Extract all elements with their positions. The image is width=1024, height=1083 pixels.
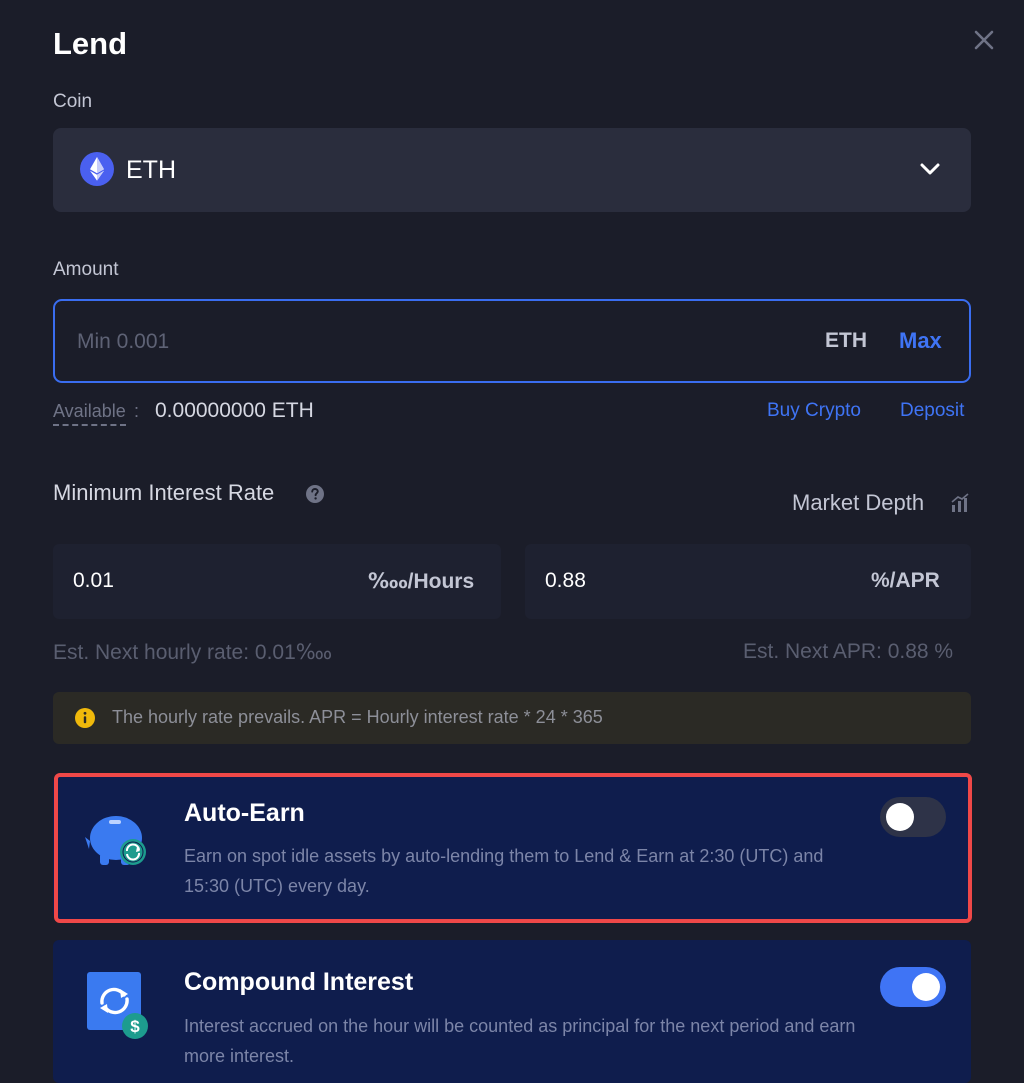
coin-select[interactable]: ETH [53, 128, 971, 212]
chevron-down-icon [917, 156, 943, 182]
toggle-knob [912, 973, 940, 1001]
available-colon: : [134, 401, 140, 421]
auto-earn-title: Auto-Earn [184, 799, 305, 827]
amount-unit: ETH [825, 329, 867, 352]
est-hourly-rate: Est. Next hourly rate: 0.01‱ [53, 641, 333, 664]
market-depth-link[interactable]: Market Depth [792, 490, 924, 516]
hourly-rate-field: ‱/Hours [53, 544, 501, 619]
hourly-rate-unit: ‱/Hours [368, 570, 475, 593]
apr-unit: %/APR [871, 569, 940, 592]
info-text: The hourly rate prevails. APR = Hourly i… [112, 707, 603, 727]
compound-interest-description: Interest accrued on the hour will be cou… [184, 1016, 856, 1066]
coin-label: Coin [53, 91, 93, 112]
lend-modal: Lend Coin ETH Amount ETH Max Av [0, 0, 1024, 1083]
hourly-rate-input[interactable] [73, 566, 293, 596]
selected-coin: ETH [126, 156, 176, 184]
close-icon [974, 30, 994, 50]
compound-interest-title: Compound Interest [184, 968, 414, 996]
compound-icon: $ [83, 970, 153, 1040]
auto-earn-card: Auto-Earn Earn on spot idle assets by au… [53, 777, 971, 919]
info-banner: The hourly rate prevails. APR = Hourly i… [53, 692, 971, 744]
modal-title: Lend [53, 26, 128, 61]
compound-interest-card: $ Compound Interest Interest accrued on … [53, 940, 971, 1083]
est-apr: Est. Next APR: 0.88 % [743, 640, 954, 663]
toggle-knob [886, 803, 914, 831]
amount-label: Amount [53, 259, 119, 280]
amount-input[interactable] [73, 323, 773, 361]
apr-input[interactable] [545, 566, 765, 596]
close-button[interactable] [970, 26, 998, 54]
available-label: Available [53, 401, 126, 426]
auto-earn-description: Earn on spot idle assets by auto-lending… [184, 846, 824, 896]
available-balance: 0.00000000 ETH [155, 399, 314, 422]
market-depth-icon[interactable] [950, 493, 970, 513]
eth-icon [80, 152, 114, 186]
auto-earn-toggle[interactable] [880, 797, 946, 837]
info-icon [74, 707, 96, 729]
apr-field: %/APR [525, 544, 971, 619]
svg-text:$: $ [130, 1017, 140, 1036]
piggy-bank-icon [83, 805, 153, 875]
min-interest-rate-label: Minimum Interest Rate [53, 480, 275, 505]
help-icon[interactable] [305, 484, 325, 504]
amount-field: ETH Max [53, 299, 971, 383]
compound-interest-toggle[interactable] [880, 967, 946, 1007]
max-button[interactable]: Max [899, 328, 942, 354]
buy-crypto-link[interactable]: Buy Crypto [767, 400, 861, 422]
deposit-link[interactable]: Deposit [900, 400, 964, 422]
